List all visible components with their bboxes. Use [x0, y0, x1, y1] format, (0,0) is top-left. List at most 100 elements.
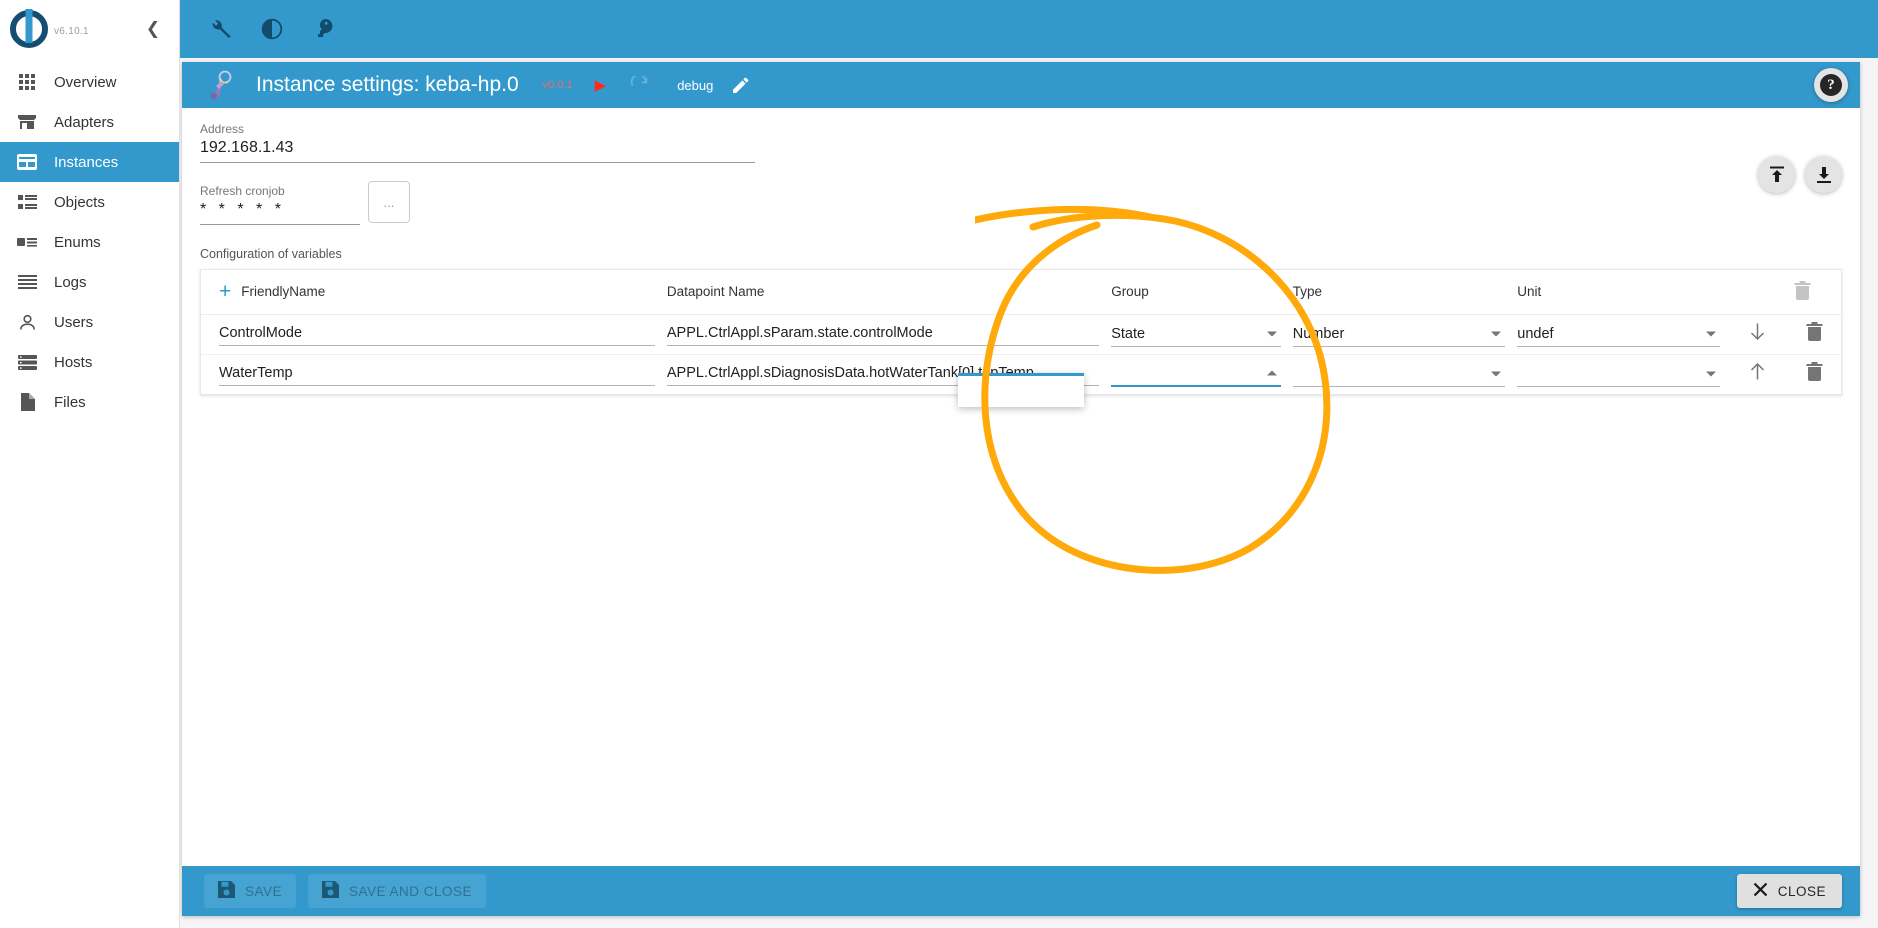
trash-icon[interactable] [1806, 322, 1823, 341]
chevron-down-icon [1266, 331, 1277, 336]
close-button[interactable]: CLOSE [1736, 874, 1842, 908]
plus-icon[interactable]: + [219, 281, 231, 302]
unit-select[interactable] [1517, 362, 1721, 387]
sidebar-item-overview[interactable]: Overview [0, 62, 179, 102]
sidebar-item-adapters[interactable]: Adapters [0, 102, 179, 142]
app-version: v6.10.1 [54, 25, 89, 37]
friendlyname-input[interactable] [219, 362, 655, 387]
sidebar-item-enums[interactable]: Enums [0, 222, 179, 262]
arrow-up-icon[interactable] [1748, 362, 1767, 381]
help-button[interactable]: ? [1814, 68, 1848, 102]
cronjob-label: Refresh cronjob [200, 184, 285, 198]
floppy-icon [322, 881, 340, 901]
sidebar-item-logs[interactable]: Logs [0, 262, 179, 302]
chevron-down-icon [1491, 371, 1502, 377]
floppy-icon [218, 881, 235, 901]
adapter-icon [204, 70, 238, 100]
grid-icon [16, 71, 38, 93]
chevron-down-icon [1491, 331, 1502, 336]
close-button-label: CLOSE [1777, 883, 1826, 899]
type-select[interactable]: Number [1292, 322, 1506, 347]
cell-group [1105, 354, 1287, 394]
cell-delete [1788, 314, 1841, 355]
pencil-icon[interactable] [733, 77, 749, 93]
list-bullet-icon [16, 191, 38, 213]
chevron-left-icon[interactable]: ❮ [141, 17, 165, 41]
file-icon [16, 391, 38, 413]
header-friendlyname: + FriendlyName [201, 270, 661, 315]
question-mark-icon: ? [1820, 74, 1842, 96]
store-icon [16, 111, 38, 133]
header-type: Type [1286, 270, 1512, 315]
cell-unit [1511, 354, 1726, 394]
cell-type [1287, 354, 1512, 394]
header-move [1726, 270, 1789, 315]
sidebar-item-label: Objects [54, 193, 105, 211]
action-bar: SAVE SAVE AND CLOSE CLOSE [182, 866, 1860, 916]
sidebar-item-hosts[interactable]: Hosts [0, 342, 179, 382]
address-label: Address [200, 122, 245, 136]
trash-icon[interactable] [1806, 362, 1823, 382]
table-row: State Number [201, 314, 1841, 355]
play-icon[interactable]: ▶ [595, 76, 607, 94]
cell-friendlyname [201, 314, 661, 355]
header-unit: Unit [1511, 270, 1727, 315]
group-select[interactable]: State [1111, 322, 1281, 347]
main-area: Instance settings: keba-hp.0 v0.0.1 ▶ de… [180, 0, 1878, 928]
settings-card: Instance settings: keba-hp.0 v0.0.1 ▶ de… [182, 62, 1860, 916]
sidebar-item-objects[interactable]: Objects [0, 182, 179, 222]
cell-type: Number [1286, 314, 1512, 355]
person-icon [16, 311, 38, 333]
sidebar-item-label: Logs [54, 273, 87, 291]
save-and-close-button-label: SAVE AND CLOSE [349, 883, 473, 899]
wrench-icon[interactable] [208, 17, 232, 41]
header-delete [1788, 270, 1841, 315]
cronjob-dialog-button[interactable]: ... [368, 181, 410, 223]
save-button[interactable]: SAVE [204, 874, 297, 908]
sidebar-item-label: Files [54, 393, 86, 411]
friendlyname-input[interactable] [219, 322, 655, 346]
cronjob-input[interactable] [200, 200, 360, 225]
variables-table: + FriendlyName Datapoint Name Group Type… [200, 269, 1842, 407]
refresh-icon[interactable] [630, 75, 649, 95]
save-and-close-button[interactable]: SAVE AND CLOSE [308, 874, 487, 908]
datapoint-name-input[interactable] [666, 322, 1100, 346]
type-select[interactable] [1292, 362, 1506, 387]
chevron-down-icon [1706, 331, 1717, 336]
log-level-label: debug [677, 77, 714, 93]
group-select[interactable] [1111, 362, 1281, 387]
iobroker-logo-icon [10, 10, 48, 48]
cell-group: State [1105, 314, 1287, 355]
chevron-up-icon [1266, 370, 1277, 376]
arrow-down-icon[interactable] [1748, 322, 1767, 341]
sidebar-item-files[interactable]: Files [0, 382, 179, 422]
sidebar-item-label: Overview [54, 73, 117, 91]
group-dropdown-menu[interactable] [958, 373, 1084, 407]
sidebar-item-instances[interactable]: Instances [0, 142, 179, 182]
download-button[interactable] [1805, 156, 1842, 193]
contrast-icon[interactable] [260, 17, 284, 41]
card-header: Instance settings: keba-hp.0 v0.0.1 ▶ de… [182, 62, 1860, 108]
chevron-down-icon [1706, 371, 1717, 377]
card-body: Address Refresh cronjob ... Configuratio… [182, 108, 1860, 866]
unit-select[interactable]: undef [1517, 322, 1721, 347]
sidebar-item-label: Hosts [54, 353, 93, 371]
type-select-value: Number [1292, 325, 1345, 342]
address-input[interactable] [200, 138, 755, 163]
cell-friendlyname [201, 354, 661, 394]
cell-move [1726, 314, 1789, 355]
sidebar: v6.10.1 ❮ Overview Adapters Instances Ob… [0, 0, 180, 928]
sidebar-item-users[interactable]: Users [0, 302, 179, 342]
sidebar-item-label: Users [54, 313, 94, 331]
upload-button[interactable] [1758, 156, 1795, 193]
header-group: Group [1105, 270, 1287, 315]
key-icon[interactable] [312, 17, 336, 41]
app-root: v6.10.1 ❮ Overview Adapters Instances Ob… [0, 0, 1878, 928]
lines-icon [16, 271, 38, 293]
cell-delete [1788, 354, 1841, 394]
sidebar-nav: Overview Adapters Instances Objects Enum… [0, 62, 179, 422]
table-header-row: + FriendlyName Datapoint Name Group Type… [201, 270, 1841, 315]
unit-select-value: undef [1517, 325, 1554, 342]
trash-icon[interactable] [1794, 280, 1811, 300]
app-toolbar [180, 0, 1878, 58]
